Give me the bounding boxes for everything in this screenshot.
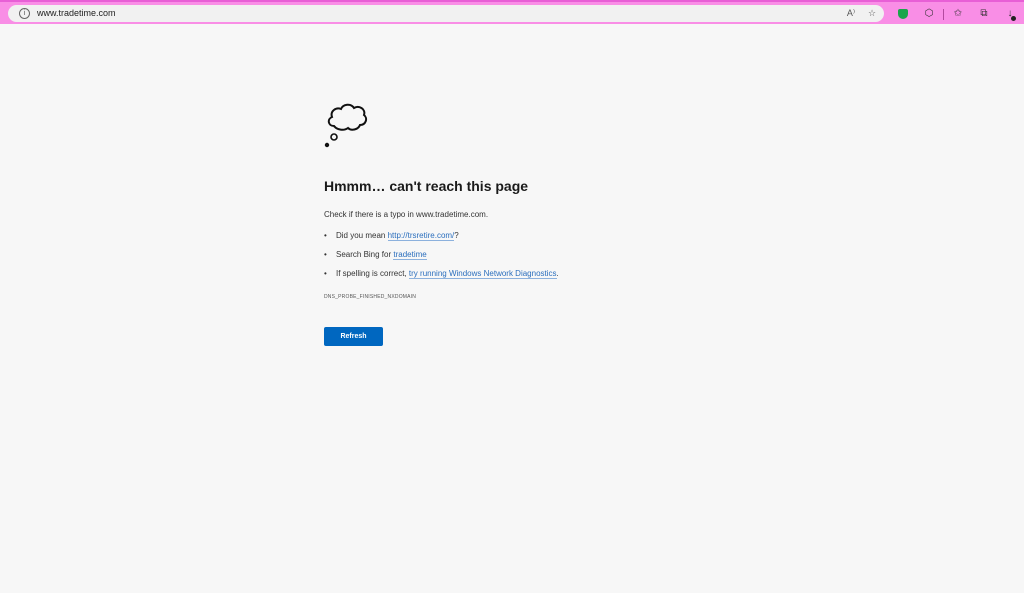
bing-search-link[interactable]: tradetime [393,250,427,260]
read-aloud-icon[interactable]: A⁾ [844,7,858,20]
bullet: • [324,250,327,259]
suggestion-prefix: Did you mean [336,231,388,240]
suggestion-suffix: ? [454,231,459,240]
network-diagnostics-link[interactable]: try running Windows Network Diagnostics [408,269,557,279]
suggestion-prefix: If spelling is correct, [336,269,409,278]
error-code: DNS_PROBE_FINISHED_NXDOMAIN [324,294,417,300]
collections-icon[interactable]: ⧉ [977,7,991,21]
bullet: • [324,231,327,240]
shield-icon[interactable] [898,9,908,19]
thought-cloud-icon [324,103,368,148]
add-favorite-icon[interactable]: ☆ [865,7,879,20]
browser-toolbar: i www.tradetime.com A⁾ ☆ ⬡ ✩ ⧉ ↓ [0,0,1024,24]
list-item: • Search Bing for tradetime [324,250,559,269]
toolbar-divider [943,9,944,20]
error-heading: Hmmm… can't reach this page [324,178,529,194]
list-item: • If spelling is correct, try running Wi… [324,269,559,288]
download-badge [1011,16,1016,21]
suggestion-suffix: . [556,269,559,278]
favorites-icon[interactable]: ✩ [951,7,965,21]
extensions-icon[interactable]: ⬡ [922,7,936,21]
suggestion-prefix: Search Bing for [336,250,394,259]
list-item: • Did you mean http://trsretire.com/? [324,231,559,250]
bullet: • [324,269,327,278]
address-bar[interactable]: i www.tradetime.com A⁾ ☆ [8,5,884,22]
info-icon[interactable]: i [19,8,30,19]
suggested-url-link[interactable]: http://trsretire.com/ [387,231,455,241]
refresh-button[interactable]: Refresh [324,327,383,346]
typo-check-text: Check if there is a typo in www.tradetim… [324,210,489,219]
suggestion-list: • Did you mean http://trsretire.com/? • … [324,231,559,288]
url-text[interactable]: www.tradetime.com [37,8,116,19]
